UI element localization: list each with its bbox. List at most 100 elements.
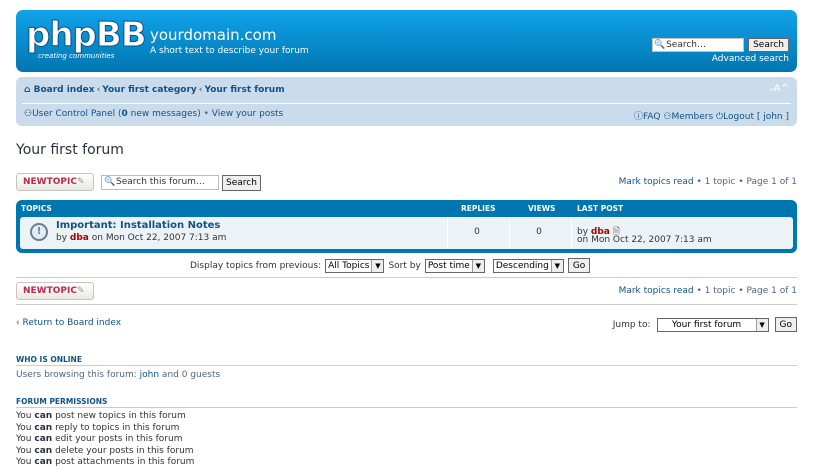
last-post-date: on Mon Oct 22, 2007 7:13 am: [577, 235, 712, 245]
faq-icon: ⓘ: [634, 112, 644, 122]
new-topic-button[interactable]: NEWTOPIC✎: [16, 173, 94, 191]
perm-text: edit your posts in this forum: [52, 434, 183, 444]
breadcrumb-category[interactable]: Your first category: [102, 85, 197, 95]
mark-topics-read-link[interactable]: Mark topics read: [619, 286, 694, 296]
search-input[interactable]: [652, 38, 745, 52]
topic-date: on Mon Oct 22, 2007 7:13 am: [91, 233, 227, 243]
perm-pre: You: [16, 457, 35, 467]
page-title: Your first forum: [16, 142, 124, 158]
search-button[interactable]: Search: [748, 38, 789, 52]
perm-text: post new topics in this forum: [52, 411, 186, 421]
perm-pre: You: [16, 411, 35, 421]
view-posts-link[interactable]: View your posts: [212, 109, 283, 119]
ucp-suffix: new messages): [127, 109, 201, 119]
mark-topics-read-link[interactable]: Mark topics read: [619, 177, 694, 187]
search-icon: 🔍: [654, 40, 666, 50]
chevron-down-icon: ▼: [471, 259, 484, 272]
user-nav: ⚇User Control Panel (0 new messages) • V…: [24, 109, 284, 119]
display-go-button[interactable]: Go: [567, 258, 591, 273]
perm-pre: You: [16, 445, 35, 456]
members-link[interactable]: Members: [671, 112, 713, 122]
jump-label: Jump to:: [612, 319, 651, 330]
nav-right-links: ⓘFAQ ⚇Members ⏻Logout [ john ]: [634, 109, 789, 122]
announcement-icon: !: [30, 223, 48, 241]
topic-count: 1 topic: [704, 286, 736, 296]
topic-count: 1 topic: [704, 177, 736, 187]
perm-can: can: [34, 445, 53, 456]
new-topic-label: NEWTOPIC: [23, 286, 77, 296]
views-count: 0: [536, 227, 542, 237]
divider: [16, 277, 797, 278]
order-value: Descending: [495, 260, 549, 271]
section-divider: [16, 407, 797, 408]
forum-search-input[interactable]: 🔍 Search this forum…: [101, 175, 219, 190]
perm-text: post attachments in this forum: [52, 457, 195, 467]
jump-select[interactable]: Your first forum ▼: [656, 317, 769, 332]
jump-box: Jump to: Your first forum ▼ Go: [613, 317, 797, 332]
pagination-top: Mark topics read • 1 topic • Page 1 of 1: [618, 177, 798, 187]
ucp-link[interactable]: User Control Panel (0 new messages): [32, 109, 201, 119]
breadcrumb-board-index[interactable]: Board index: [34, 85, 95, 95]
breadcrumb: ⌂ Board index ‹ Your first category ‹ Your f…: [24, 85, 285, 95]
topic-author-link[interactable]: dba: [70, 233, 89, 243]
display-label: Display topics from previous:: [190, 260, 322, 271]
chevron-down-icon: ▼: [371, 259, 384, 272]
perm-text: reply to topics in this forum: [52, 422, 180, 433]
topic-title-link[interactable]: Important: Installation Notes: [56, 220, 220, 231]
font-size-control[interactable]: ᵥA^: [770, 83, 789, 94]
user-icon: ⚇: [24, 109, 33, 119]
permission-line: You can post new topics in this forum: [16, 411, 194, 423]
navbar: ⌂ Board index ‹ Your first category ‹ Your f…: [16, 77, 797, 126]
logo-tagline: creating communities: [38, 52, 115, 60]
sort-key-select[interactable]: Post time ▼: [424, 258, 485, 273]
perm-can: can: [34, 457, 53, 467]
nav-divider: [22, 103, 791, 104]
last-post-cell: [571, 217, 572, 249]
logout-link[interactable]: Logout [ john ]: [723, 112, 789, 122]
topic-author-line: by dba on Mon Oct 22, 2007 7:13 am: [56, 233, 226, 243]
header-search: 🔍 Search: [652, 38, 789, 52]
faq-link[interactable]: FAQ: [643, 112, 660, 122]
advanced-search-link[interactable]: Advanced search: [712, 54, 789, 64]
permission-line: You can post attachments in this forum: [16, 457, 194, 469]
home-icon: ⌂: [24, 85, 31, 95]
header-views: VIEWS: [528, 204, 556, 213]
site-description: A short text to describe your forum: [150, 46, 309, 56]
new-topic-label: NEWTOPIC: [23, 177, 77, 187]
table-row: ! Important: Installation Notes by dba o…: [20, 217, 793, 249]
ucp-prefix: User Control Panel (: [32, 109, 122, 119]
site-header: phpBB creating communities yourdomain.co…: [16, 10, 797, 72]
breadcrumb-forum[interactable]: Your first forum: [205, 85, 285, 95]
new-topic-button-bottom[interactable]: NEWTOPIC✎: [16, 282, 94, 300]
replies-count: 0: [474, 227, 480, 237]
return-to-board-link[interactable]: ‹ Return to Board index: [16, 318, 121, 328]
header-topics: TOPICS: [21, 204, 52, 213]
period-value: All Topics: [328, 260, 370, 271]
permission-line: You can edit your posts in this forum: [16, 434, 194, 446]
period-select[interactable]: All Topics ▼: [325, 258, 385, 273]
forum-search-button[interactable]: Search: [222, 175, 261, 191]
sort-label: Sort by: [388, 260, 421, 271]
site-logo[interactable]: phpBB creating communities: [26, 18, 148, 66]
pencil-icon: ✎: [76, 177, 85, 187]
who-is-online-text: Users browsing this forum: john and 0 gu…: [16, 370, 220, 380]
jump-value: Your first forum: [671, 319, 742, 330]
jump-go-button[interactable]: Go: [774, 317, 797, 332]
perm-can: can: [34, 422, 53, 433]
permissions-title: FORUM PERMISSIONS: [16, 397, 108, 406]
permission-line: You can reply to topics in this forum: [16, 423, 194, 435]
divider: [16, 304, 797, 305]
permissions-list: You can post new topics in this forum Yo…: [16, 411, 194, 469]
chevron-down-icon: ▼: [550, 259, 563, 272]
chevron-down-icon: ▼: [755, 318, 768, 331]
perm-can: can: [34, 411, 53, 421]
section-divider: [16, 365, 797, 366]
page-indicator: Page 1 of 1: [746, 177, 798, 187]
order-select[interactable]: Descending ▼: [492, 258, 564, 273]
perm-pre: You: [16, 422, 35, 433]
display-options: Display topics from previous: All Topics…: [190, 258, 591, 273]
online-user-link[interactable]: john: [140, 370, 159, 380]
chevron-left-icon: ‹: [16, 318, 20, 328]
return-label: Return to Board index: [22, 318, 122, 328]
page-indicator: Page 1 of 1: [746, 286, 798, 296]
